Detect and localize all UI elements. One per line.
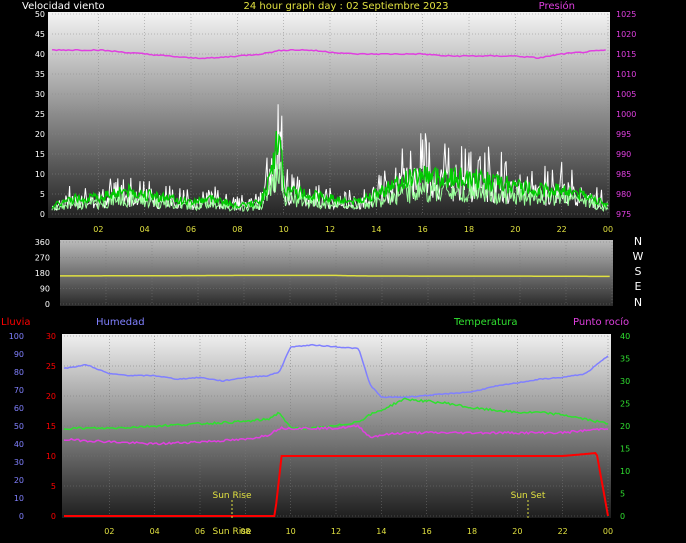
humidity-y-tick: 20 (14, 476, 24, 485)
temperature-y-tick: 35 (620, 355, 630, 364)
humidity-y-tick: 30 (14, 458, 24, 467)
rain-y-tick: 5 (51, 482, 56, 491)
pressure-y-tick: 985 (616, 170, 631, 179)
rain-label: Lluvia (1, 317, 31, 328)
pressure-label: Presión (539, 0, 575, 12)
humidity-y-tick: 50 (14, 422, 24, 431)
rain-y-tick: 10 (46, 452, 56, 461)
rain-y-tick: 30 (46, 332, 56, 341)
wind-y-tick: 45 (35, 30, 45, 39)
temperature-label: Temperatura (453, 317, 518, 328)
wind-x-tick: 08 (232, 225, 242, 234)
rain-y-tick: 15 (46, 422, 56, 431)
temperature-y-tick: 25 (620, 400, 630, 409)
pressure-y-tick: 975 (616, 210, 631, 219)
direction-y-tick: 0 (45, 300, 50, 309)
climate-x-tick: 18 (467, 527, 477, 536)
wind-x-tick: 10 (279, 225, 289, 234)
pressure-y-tick: 1015 (616, 50, 636, 59)
weather-chart: 0510152025303540455097598098599099510001… (1, 0, 644, 537)
pressure-y-tick: 1025 (616, 10, 636, 19)
sunset-label: Sun Set (511, 491, 546, 501)
sunrise-label: Sun Rise (213, 491, 252, 501)
dir-label-e: E (635, 280, 642, 293)
wind-x-tick: 18 (464, 225, 474, 234)
dewpoint-label: Punto rocío (573, 316, 629, 328)
wind-x-tick: 12 (325, 225, 335, 234)
humidity-label: Humedad (96, 317, 145, 328)
climate-x-tick: 14 (376, 527, 386, 536)
pressure-y-tick: 1000 (616, 110, 636, 119)
dir-label-n-top: N (634, 235, 642, 248)
wind-x-tick: 16 (418, 225, 428, 234)
humidity-y-tick: 80 (14, 368, 24, 377)
temperature-y-tick: 30 (620, 377, 630, 386)
wind-y-tick: 10 (35, 170, 45, 179)
wind-y-tick: 15 (35, 150, 45, 159)
humidity-y-tick: 60 (14, 404, 24, 413)
wind-x-tick: 20 (510, 225, 520, 234)
pressure-y-tick: 1020 (616, 30, 636, 39)
wind-x-tick: 00 (603, 225, 613, 234)
sunrise-bottom-label: Sun Rise (213, 527, 252, 537)
humidity-y-tick: 10 (14, 494, 24, 503)
climate-x-tick: 00 (603, 527, 613, 536)
pressure-y-tick: 990 (616, 150, 631, 159)
temperature-y-tick: 20 (620, 422, 630, 431)
direction-y-tick: 270 (35, 254, 50, 263)
humidity-y-tick: 100 (9, 332, 24, 341)
wind-x-tick: 14 (371, 225, 381, 234)
temperature-y-tick: 40 (620, 332, 630, 341)
direction-y-tick: 360 (35, 238, 50, 247)
humidity-y-tick: 90 (14, 350, 24, 359)
climate-x-tick: 12 (331, 527, 341, 536)
wind-x-tick: 02 (93, 225, 103, 234)
temperature-y-tick: 5 (620, 490, 625, 499)
climate-x-tick: 06 (195, 527, 205, 536)
rain-y-tick: 20 (46, 392, 56, 401)
wind-y-tick: 0 (40, 210, 45, 219)
rain-y-tick: 0 (51, 512, 56, 521)
wind-speed-label: Velocidad viento (22, 1, 105, 12)
wind-x-tick: 04 (140, 225, 150, 234)
humidity-y-tick: 40 (14, 440, 24, 449)
wind-y-tick: 40 (35, 50, 45, 59)
wind-panel (48, 12, 610, 218)
pressure-y-tick: 995 (616, 130, 631, 139)
wind-x-tick: 22 (557, 225, 567, 234)
wind-y-tick: 30 (35, 90, 45, 99)
chart-title: 24 hour graph day : 02 Septiembre 2023 (244, 1, 449, 12)
temperature-y-tick: 10 (620, 467, 630, 476)
climate-x-tick: 04 (150, 527, 160, 536)
climate-x-tick: 10 (286, 527, 296, 536)
rain-y-tick: 25 (46, 362, 56, 371)
direction-y-tick: 90 (40, 285, 50, 294)
dir-label-s: S (635, 265, 642, 278)
wind-x-tick: 06 (186, 225, 196, 234)
humidity-y-tick: 70 (14, 386, 24, 395)
climate-x-tick: 02 (104, 527, 114, 536)
dir-label-w: W (633, 250, 644, 263)
direction-y-tick: 180 (35, 269, 50, 278)
pressure-y-tick: 1010 (616, 70, 636, 79)
wind-y-tick: 35 (35, 70, 45, 79)
wind-y-tick: 5 (40, 190, 45, 199)
humidity-y-tick: 0 (19, 512, 24, 521)
climate-x-tick: 22 (558, 527, 568, 536)
temperature-y-tick: 15 (620, 445, 630, 454)
wind-y-tick: 20 (35, 130, 45, 139)
climate-x-tick: 16 (422, 527, 432, 536)
dir-label-n-bottom: N (634, 296, 642, 309)
pressure-y-tick: 980 (616, 190, 631, 199)
temperature-y-tick: 0 (620, 512, 625, 521)
wind-y-tick: 25 (35, 110, 45, 119)
climate-x-tick: 20 (512, 527, 522, 536)
pressure-y-tick: 1005 (616, 90, 636, 99)
